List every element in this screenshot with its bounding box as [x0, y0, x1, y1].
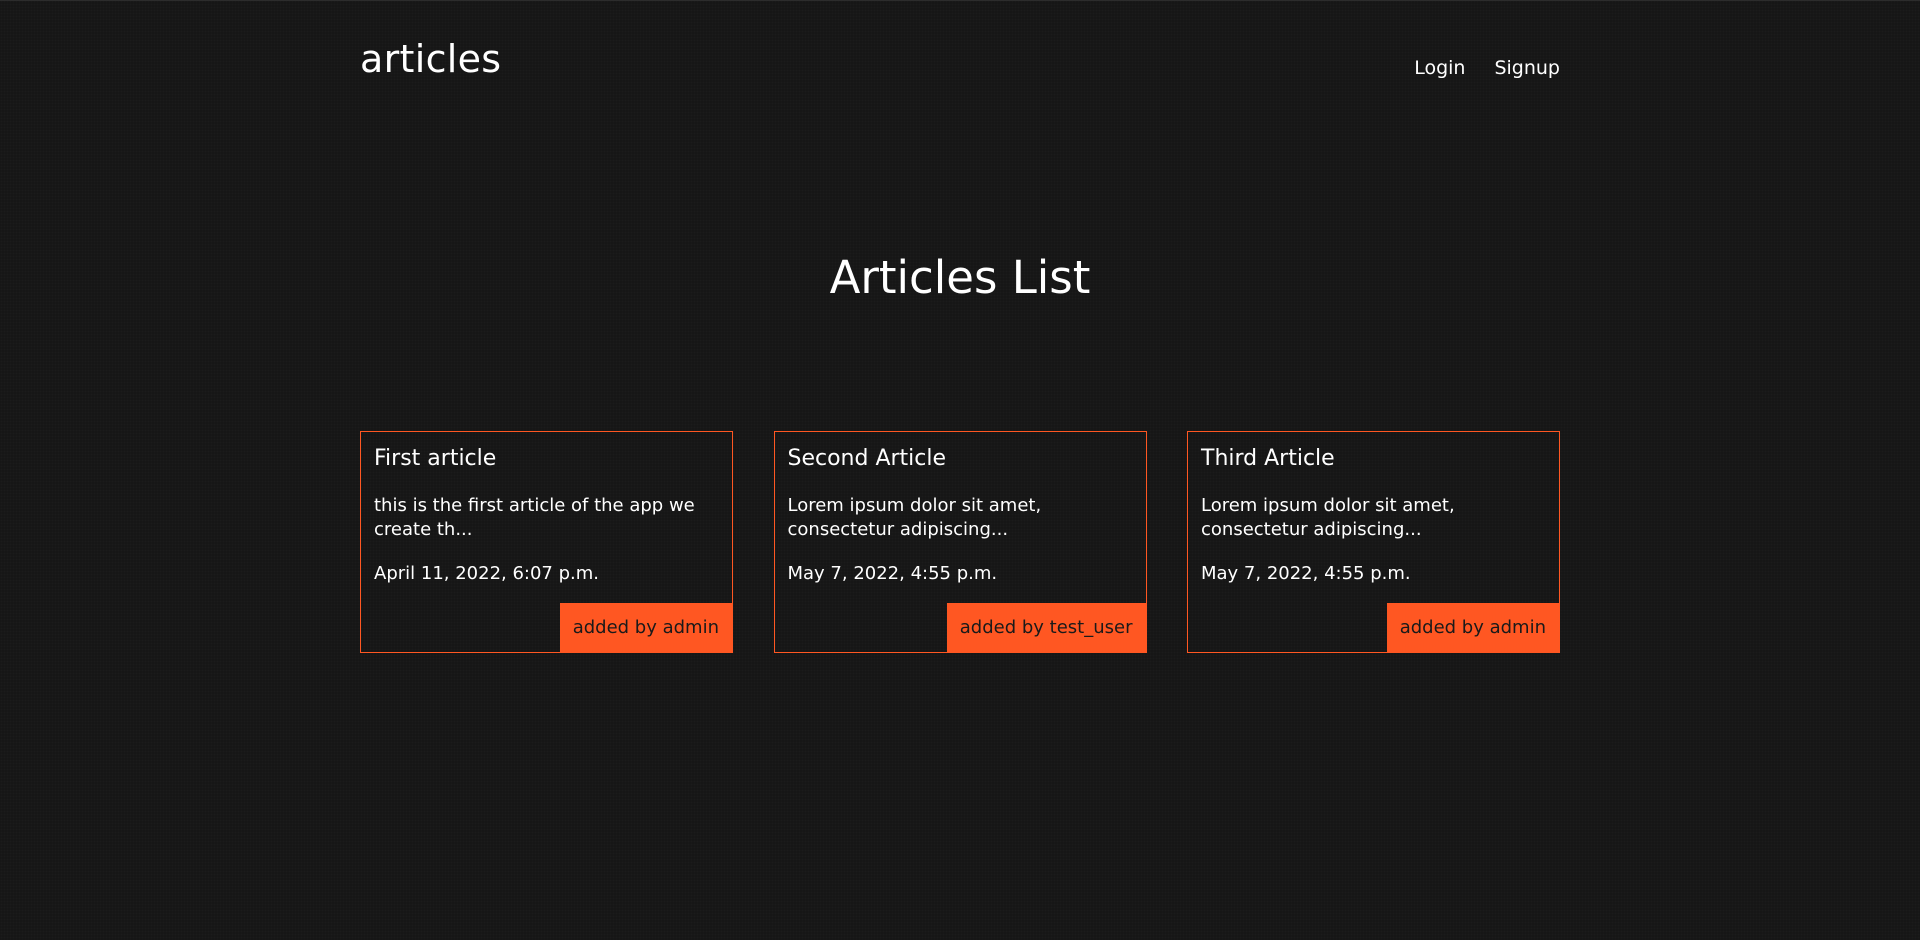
article-card-second[interactable]: Second Article Lorem ipsum dolor sit ame… — [773, 431, 1147, 653]
article-date: April 11, 2022, 6:07 p.m. — [374, 563, 600, 584]
articles-list: First article this is the first article … — [360, 431, 1560, 653]
article-title[interactable]: Second Article — [788, 446, 947, 471]
main-nav: Login Signup — [1414, 57, 1560, 79]
article-title[interactable]: Third Article — [1201, 446, 1335, 471]
article-title[interactable]: First article — [374, 446, 496, 471]
article-date: May 7, 2022, 4:55 p.m. — [1201, 563, 1411, 584]
article-card-first[interactable]: First article this is the first article … — [360, 431, 733, 653]
article-author-badge: added by admin — [559, 603, 732, 652]
article-author-badge: added by admin — [1386, 603, 1559, 652]
site-header: articles Login Signup — [360, 1, 1560, 121]
article-author-badge: added by test_user — [946, 603, 1146, 652]
article-snippet: this is the first article of the app we … — [374, 495, 695, 540]
page-wrapper: articles Login Signup Articles List Firs… — [360, 1, 1560, 940]
article-snippet: Lorem ipsum dolor sit amet, consectetur … — [1201, 495, 1455, 540]
login-link[interactable]: Login — [1414, 57, 1465, 79]
brand-logo-link[interactable]: articles — [360, 37, 501, 81]
page-title: Articles List — [829, 251, 1091, 304]
article-date: May 7, 2022, 4:55 p.m. — [787, 563, 998, 584]
signup-link[interactable]: Signup — [1494, 57, 1560, 79]
article-snippet: Lorem ipsum dolor sit amet, consectetur … — [787, 495, 1042, 540]
article-card-third[interactable]: Third Article Lorem ipsum dolor sit amet… — [1187, 431, 1560, 653]
